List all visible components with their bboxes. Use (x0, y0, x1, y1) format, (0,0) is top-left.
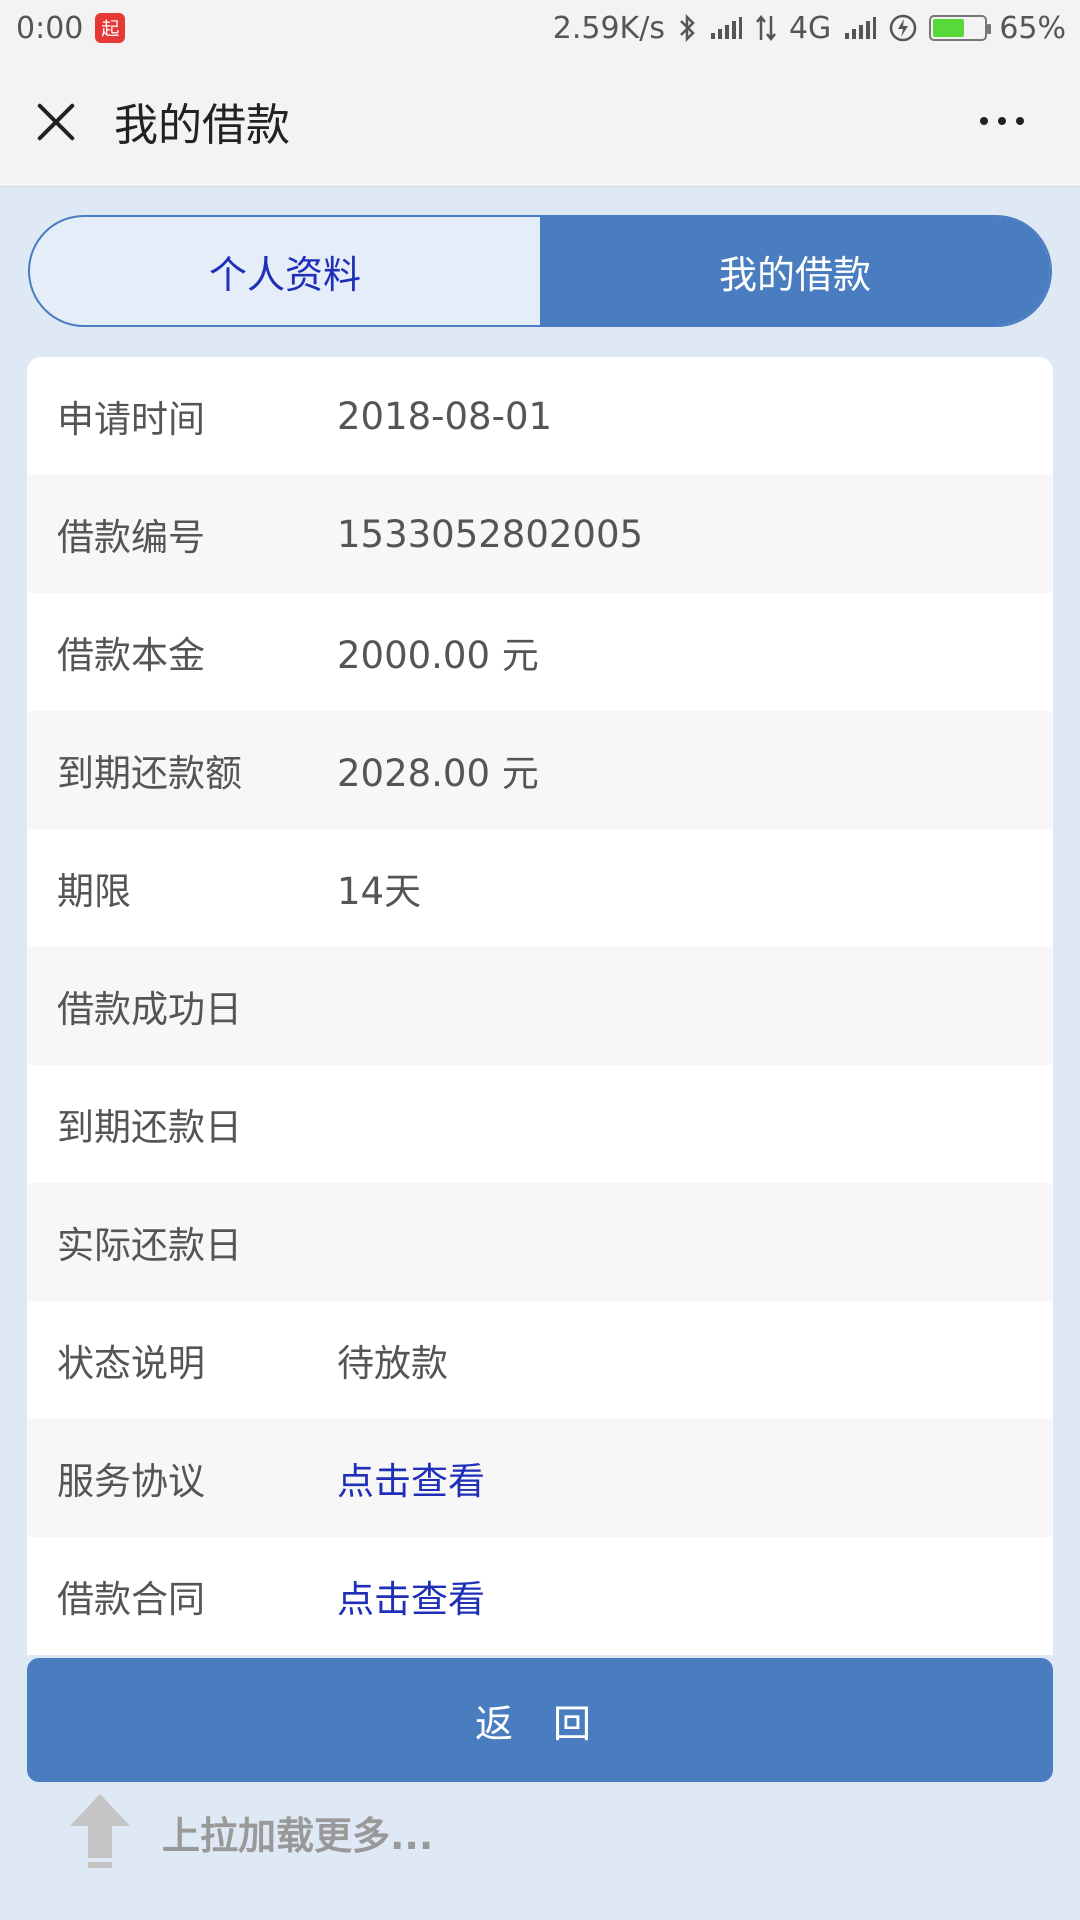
row-repayment-amount: 到期还款额 2028.00 元 (27, 711, 1053, 829)
row-label: 实际还款日 (57, 1224, 242, 1267)
row-label: 期限 (57, 870, 131, 913)
charging-icon (889, 14, 917, 42)
loan-contract-link[interactable]: 点击查看 (337, 1569, 485, 1623)
service-agreement-link[interactable]: 点击查看 (337, 1451, 485, 1505)
row-actual-repayment-date: 实际还款日 (27, 1183, 1053, 1301)
row-label: 到期还款额 (57, 752, 242, 795)
close-icon[interactable] (34, 99, 78, 143)
row-label: 申请时间 (57, 398, 205, 441)
network-type: 4G (788, 10, 832, 46)
row-label: 借款合同 (57, 1578, 205, 1621)
back-button[interactable]: 返 回 (27, 1658, 1053, 1782)
row-term: 期限 14天 (27, 829, 1053, 947)
row-label: 借款本金 (57, 634, 205, 677)
status-bar: 0:00 起 2.59K/s 4G 65% (0, 0, 1080, 56)
status-value: 待放款 (337, 1342, 448, 1385)
row-value: 2028.00 元 (337, 752, 539, 795)
network-speed: 2.59K/s (552, 10, 665, 46)
row-label: 借款编号 (57, 516, 205, 559)
battery-icon (929, 15, 992, 41)
battery-level (933, 19, 965, 37)
row-service-agreement: 服务协议 点击查看 (27, 1419, 1053, 1537)
row-apply-time: 申请时间 2018-08-01 (27, 357, 1053, 475)
row-due-date: 到期还款日 (27, 1065, 1053, 1183)
loan-detail-list: 申请时间 2018-08-01 借款编号 1533052802005 借款本金 … (27, 357, 1053, 1655)
more-options-icon[interactable] (980, 117, 1024, 125)
bluetooth-icon (677, 13, 697, 43)
row-principal: 借款本金 2000.00 元 (27, 593, 1053, 711)
row-label: 服务协议 (57, 1460, 205, 1503)
status-time: 0:00 (16, 10, 84, 46)
data-transfer-icon (755, 14, 777, 42)
row-value: 1533052802005 (337, 512, 644, 556)
row-status: 状态说明 待放款 (27, 1301, 1053, 1419)
row-value: 2000.00 元 (337, 634, 539, 677)
tab-personal-info[interactable]: 个人资料 (30, 217, 540, 325)
row-value: 14天 (337, 870, 422, 913)
row-label: 状态说明 (57, 1342, 205, 1385)
page-title: 我的借款 (114, 100, 290, 151)
title-bar: 我的借款 (0, 56, 1080, 187)
signal-icon-2 (843, 15, 877, 41)
status-indicators: 2.59K/s 4G 65% (553, 11, 1066, 46)
row-value: 2018-08-01 (337, 394, 553, 438)
battery-percent: 65% (999, 10, 1066, 46)
row-label: 到期还款日 (57, 1106, 242, 1149)
load-more-hint: 上拉加载更多... (68, 1792, 433, 1872)
arrow-up-icon (70, 1794, 130, 1868)
row-loan-success-date: 借款成功日 (27, 947, 1053, 1065)
tab-my-loans[interactable]: 我的借款 (540, 217, 1050, 325)
app-notification-icon: 起 (95, 13, 126, 43)
segment-tabs: 个人资料 我的借款 (28, 215, 1052, 327)
row-loan-number: 借款编号 1533052802005 (27, 475, 1053, 593)
load-more-text: 上拉加载更多... (162, 1813, 434, 1858)
signal-icon (709, 15, 743, 41)
row-label: 借款成功日 (57, 988, 242, 1031)
row-loan-contract: 借款合同 点击查看 (27, 1537, 1053, 1655)
